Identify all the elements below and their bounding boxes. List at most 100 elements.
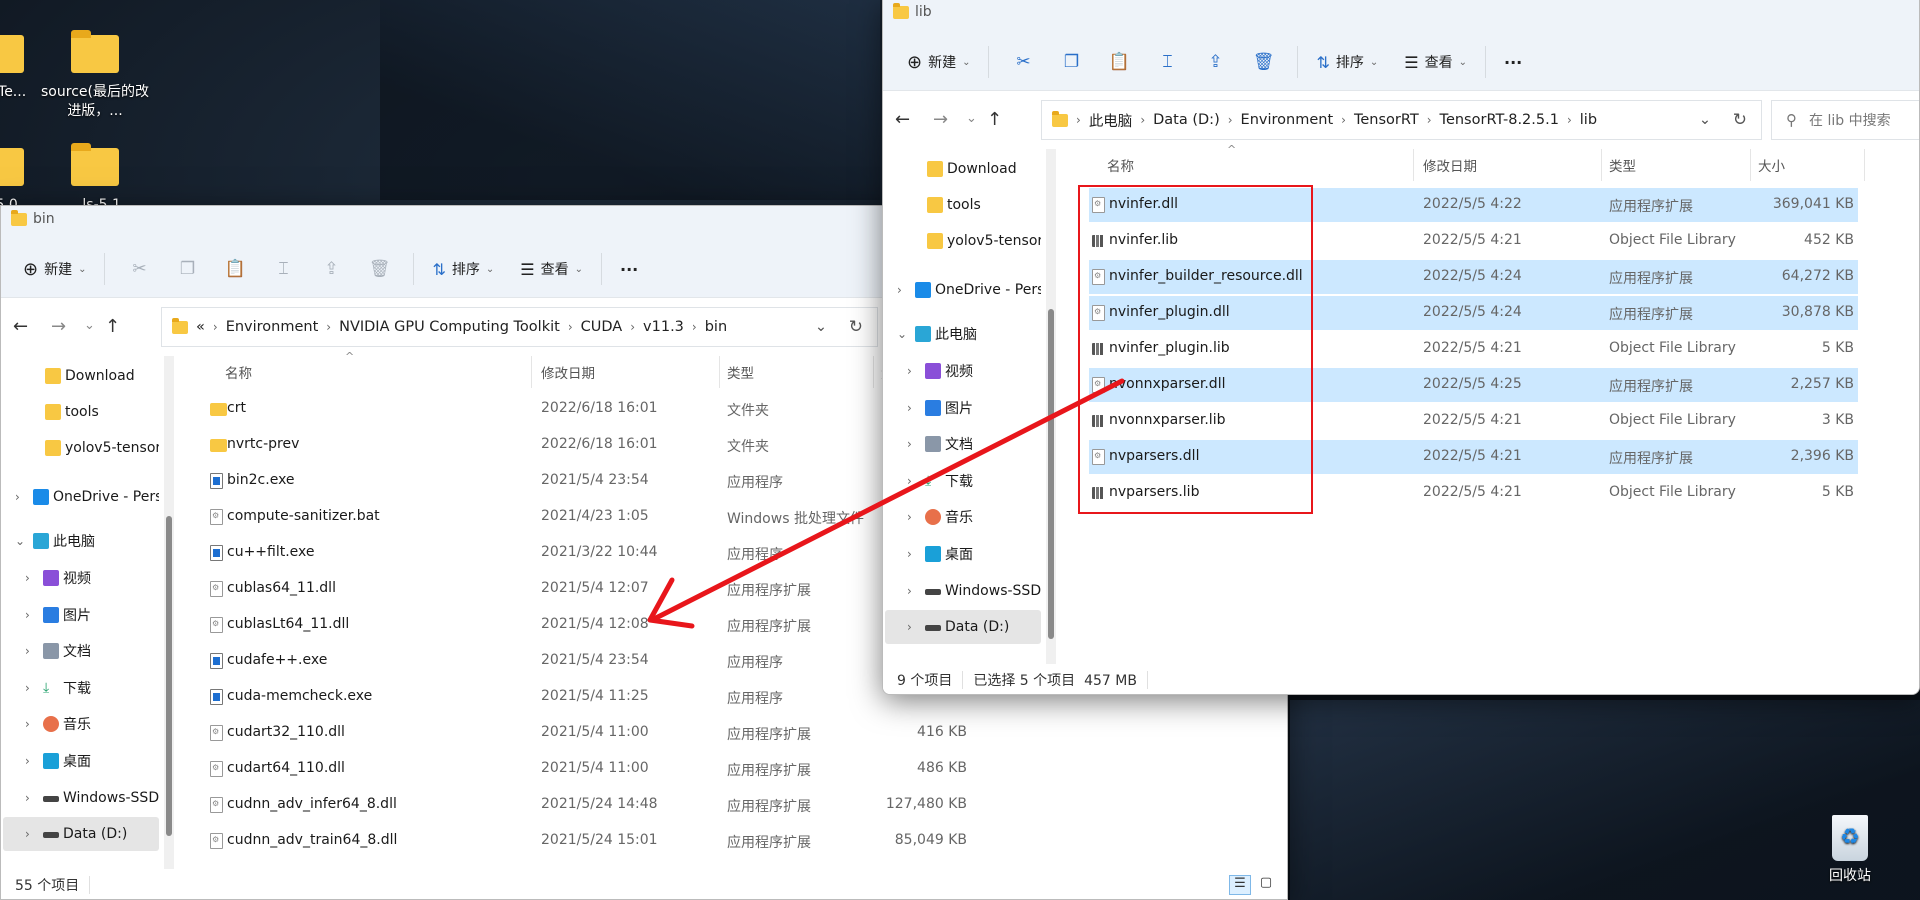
nav-item-windows-ssd[interactable]: › Windows-SSD	[3, 781, 159, 815]
file-row[interactable]: nvparsers.lib 2022/5/5 4:21 Object File Li…	[1089, 476, 1858, 510]
file-row[interactable]: nvonnxparser.lib 2022/5/5 4:21 Object File…	[1089, 404, 1858, 438]
nav-item-音乐[interactable]: › 音乐	[3, 707, 159, 741]
back-button[interactable]: ←	[895, 109, 910, 130]
view-button[interactable]: ☰ 查看 ⌄	[1396, 47, 1475, 77]
file-row[interactable]: cudart64_110.dll 2021/5/4 11:00 应用程序扩展 486 …	[207, 752, 971, 786]
column-header-size[interactable]: 大小	[1758, 155, 1785, 175]
breadcrumb-item[interactable]: Data (D:)	[1153, 112, 1220, 128]
chevron-right-icon[interactable]: ›	[907, 584, 912, 598]
chevron-right-icon[interactable]: ›	[15, 490, 20, 504]
paste-button[interactable]: 📋	[211, 254, 259, 284]
large-icons-view-button[interactable]: ▢	[1255, 875, 1277, 895]
breadcrumb-item[interactable]: «	[196, 319, 205, 335]
chevron-down-icon[interactable]: ⌄	[15, 534, 25, 548]
chevron-right-icon[interactable]: ›	[907, 364, 912, 378]
delete-button[interactable]: 🗑	[355, 254, 403, 284]
nav-item-download[interactable]: Download	[3, 359, 159, 393]
nav-item-视频[interactable]: › 视频	[885, 354, 1041, 388]
nav-item-onedrive-personal[interactable]: › OneDrive - Personal	[885, 273, 1041, 307]
nav-item-tools[interactable]: tools	[3, 395, 159, 429]
nav-item-文档[interactable]: › 文档	[3, 634, 159, 668]
refresh-icon[interactable]: ↻	[849, 317, 863, 337]
scrollbar-thumb[interactable]	[1048, 309, 1054, 639]
recent-button[interactable]: ⌄	[84, 318, 95, 333]
nav-item-yolov5-tensorrt[interactable]: yolov5-tensorrt	[3, 431, 159, 465]
scrollbar-thumb[interactable]	[166, 516, 172, 836]
breadcrumb-item[interactable]: v11.3	[643, 319, 684, 335]
breadcrumb-item[interactable]: TensorRT	[1354, 112, 1419, 128]
nav-item-桌面[interactable]: › 桌面	[885, 537, 1041, 571]
nav-item-音乐[interactable]: › 音乐	[885, 500, 1041, 534]
nav-item-图片[interactable]: › 图片	[3, 598, 159, 632]
file-row[interactable]: cu++filt.exe 2021/3/22 10:44 应用程序	[207, 536, 971, 570]
column-divider[interactable]	[531, 356, 532, 388]
file-row[interactable]: nvinfer_plugin.lib 2022/5/5 4:21 Object Fi…	[1089, 332, 1858, 366]
new-button[interactable]: ⊕ 新建 ⌄	[899, 47, 978, 77]
nav-item-视频[interactable]: › 视频	[3, 561, 159, 595]
sort-button[interactable]: ⇅ 排序 ⌄	[1308, 47, 1386, 77]
column-header-date[interactable]: 修改日期	[1423, 155, 1477, 175]
chevron-right-icon[interactable]: ›	[907, 510, 912, 524]
delete-button[interactable]: 🗑	[1239, 47, 1287, 77]
breadcrumb-item[interactable]: CUDA	[581, 319, 623, 335]
cut-button[interactable]: ✂	[999, 47, 1047, 77]
chevron-right-icon[interactable]: ›	[907, 401, 912, 415]
nav-item-此电脑[interactable]: ⌄ 此电脑	[885, 317, 1041, 351]
file-row[interactable]: cudafe++.exe 2021/5/4 23:54 应用程序	[207, 644, 971, 678]
nav-item-此电脑[interactable]: ⌄ 此电脑	[3, 524, 159, 558]
breadcrumb-item[interactable]: TensorRT-8.2.5.1	[1440, 112, 1559, 128]
file-row[interactable]: compute-sanitizer.bat 2021/4/23 1:05 Windo…	[207, 500, 971, 534]
breadcrumb-item[interactable]: 此电脑	[1089, 110, 1133, 131]
chevron-right-icon[interactable]: ›	[25, 791, 30, 805]
column-divider[interactable]	[1601, 149, 1602, 181]
rename-button[interactable]: ⌶	[259, 254, 307, 284]
nav-item-文档[interactable]: › 文档	[885, 427, 1041, 461]
nav-item-data-d-[interactable]: › Data (D:)	[885, 610, 1041, 644]
nav-item-onedrive-personal[interactable]: › OneDrive - Personal	[3, 480, 159, 514]
sort-button[interactable]: ⇅ 排序 ⌄	[424, 254, 502, 284]
breadcrumb-item[interactable]: Environment	[226, 319, 319, 335]
chevron-right-icon[interactable]: ›	[897, 283, 902, 297]
rename-button[interactable]: ⌶	[1143, 47, 1191, 77]
file-row[interactable]: nvparsers.dll 2022/5/5 4:21 应用程序扩展 2,396 KB	[1089, 440, 1858, 474]
file-row[interactable]: nvonnxparser.dll 2022/5/5 4:25 应用程序扩展 2,257…	[1089, 368, 1858, 402]
nav-item-data-d-[interactable]: › Data (D:)	[3, 817, 159, 851]
nav-item-windows-ssd[interactable]: › Windows-SSD	[885, 574, 1041, 608]
forward-button[interactable]: →	[933, 109, 948, 130]
nav-scrollbar[interactable]	[164, 356, 174, 869]
share-button[interactable]: ⇪	[1191, 47, 1239, 77]
share-button[interactable]: ⇪	[307, 254, 355, 284]
up-button[interactable]: ↑	[105, 316, 120, 337]
chevron-down-icon[interactable]: ⌄	[897, 327, 907, 341]
breadcrumb-item[interactable]: Environment	[1241, 112, 1334, 128]
file-row[interactable]: cuda-memcheck.exe 2021/5/4 11:25 应用程序	[207, 680, 971, 714]
address-dropdown-icon[interactable]: ⌄	[1699, 112, 1711, 128]
address-dropdown-icon[interactable]: ⌄	[815, 319, 827, 335]
nav-item-yolov5-tensorrt[interactable]: yolov5-tensorrt	[885, 224, 1041, 258]
file-row[interactable]: cudnn_adv_infer64_8.dll 2021/5/24 14:48 应用…	[207, 788, 971, 822]
file-row[interactable]: nvinfer.dll 2022/5/5 4:22 应用程序扩展 369,041 KB	[1089, 188, 1858, 222]
file-row[interactable]: nvrtc-prev 2022/6/18 16:01 文件夹	[207, 428, 971, 462]
up-button[interactable]: ↑	[987, 109, 1002, 130]
nav-item-tools[interactable]: tools	[885, 188, 1041, 222]
nav-item-下载[interactable]: › ⤓ 下载	[885, 464, 1041, 498]
column-divider[interactable]	[719, 356, 720, 388]
file-row[interactable]: cudnn_adv_train64_8.dll 2021/5/24 15:01 应用…	[207, 824, 971, 858]
file-row[interactable]: nvinfer.lib 2022/5/5 4:21 Object File Libr…	[1089, 224, 1858, 258]
details-view-button[interactable]: ☰	[1229, 875, 1251, 895]
chevron-right-icon[interactable]: ›	[907, 474, 912, 488]
recent-button[interactable]: ⌄	[966, 111, 977, 126]
address-bar[interactable]: « › Environment › NVIDIA GPU Computing Toolk…	[161, 307, 878, 347]
chevron-right-icon[interactable]: ›	[25, 608, 30, 622]
file-row[interactable]: bin2c.exe 2021/5/4 23:54 应用程序	[207, 464, 971, 498]
file-row[interactable]: nvinfer_builder_resource.dll 2022/5/5 4:2…	[1089, 260, 1858, 294]
refresh-icon[interactable]: ↻	[1733, 110, 1747, 130]
new-button[interactable]: ⊕ 新建 ⌄	[15, 254, 94, 284]
column-header-type[interactable]: 类型	[1609, 155, 1636, 175]
column-divider[interactable]	[873, 356, 874, 388]
cut-button[interactable]: ✂	[115, 254, 163, 284]
file-row[interactable]: crt 2022/6/18 16:01 文件夹	[207, 392, 971, 426]
copy-button[interactable]: ❐	[1047, 47, 1095, 77]
column-divider[interactable]	[1750, 149, 1751, 181]
copy-button[interactable]: ❐	[163, 254, 211, 284]
